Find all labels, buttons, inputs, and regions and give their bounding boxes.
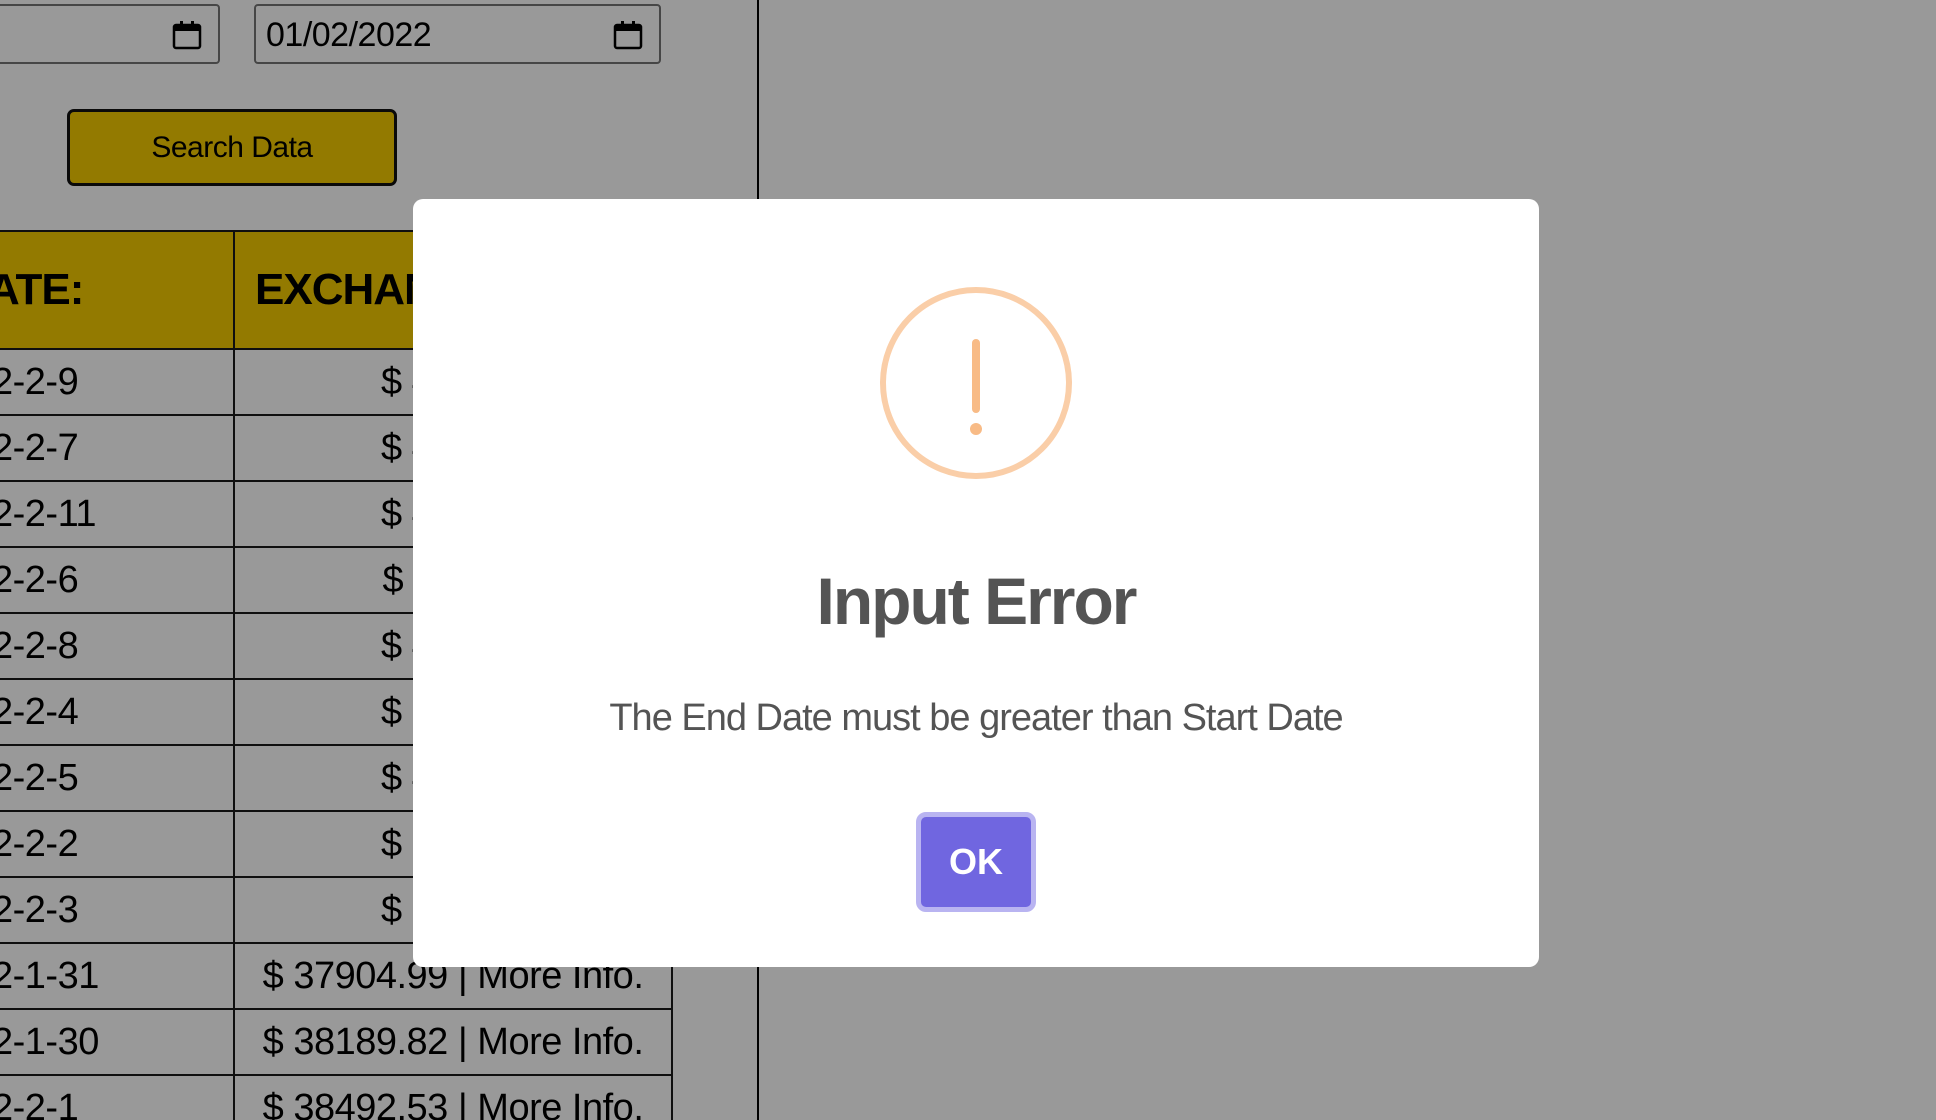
exclamation-bar <box>972 339 980 413</box>
dialog-message: The End Date must be greater than Start … <box>609 697 1343 739</box>
page: 01/02/2022 Search Data ATE: EXCHANG 2-2-… <box>0 0 1936 1120</box>
error-dialog: Input Error The End Date must be greater… <box>413 199 1539 967</box>
dialog-title: Input Error <box>816 564 1138 638</box>
ok-button[interactable]: OK <box>916 812 1036 912</box>
warning-icon <box>880 287 1072 479</box>
exclamation-dot <box>970 423 982 435</box>
